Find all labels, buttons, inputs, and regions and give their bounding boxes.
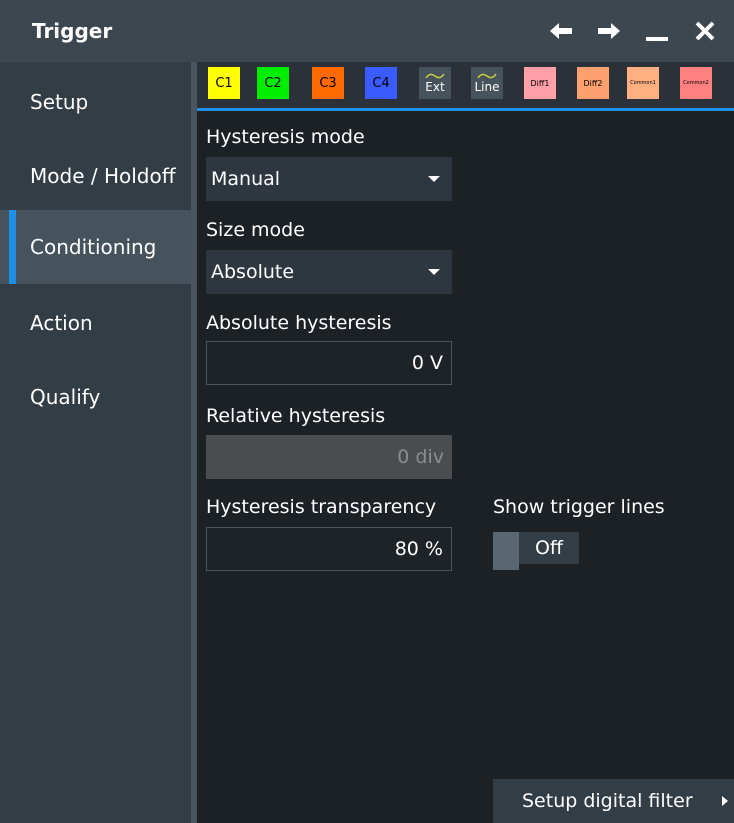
tab-c2[interactable]: C2 [257, 67, 289, 99]
tab-label: Ext [425, 80, 445, 94]
chevron-right-icon [722, 796, 728, 806]
tab-c4[interactable]: C4 [365, 67, 397, 99]
arrow-left-icon[interactable] [544, 14, 578, 48]
hysteresis-mode-value: Manual [211, 168, 281, 190]
relative-hysteresis-input: 0 div [206, 435, 452, 479]
window-controls [544, 14, 722, 48]
tab-common1[interactable]: Common1 [627, 67, 659, 99]
toggle-state: Off [519, 532, 579, 564]
sidebar-item-label: Action [30, 311, 93, 335]
wave-icon [477, 73, 497, 79]
sidebar-item-label: Conditioning [30, 235, 157, 259]
tab-label: C4 [372, 75, 390, 91]
tab-label: C2 [264, 75, 282, 91]
setup-digital-filter-button[interactable]: Setup digital filter [493, 779, 734, 823]
tab-underline [197, 108, 734, 111]
setup-digital-filter-label: Setup digital filter [522, 790, 693, 812]
sidebar-item-label: Qualify [30, 385, 101, 409]
sidebar-item-action[interactable]: Action [0, 286, 191, 360]
show-trigger-lines-label: Show trigger lines [493, 496, 665, 518]
tab-common2[interactable]: Common2 [680, 67, 712, 99]
tab-c3[interactable]: C3 [312, 67, 344, 99]
sidebar-item-qualify[interactable]: Qualify [0, 360, 191, 434]
absolute-hysteresis-value: 0 V [411, 352, 443, 374]
sidebar-item-setup[interactable]: Setup [0, 65, 191, 139]
tab-line[interactable]: Line [471, 67, 503, 99]
hysteresis-transparency-label: Hysteresis transparency [206, 496, 437, 518]
absolute-hysteresis-label: Absolute hysteresis [206, 312, 392, 334]
minimize-icon[interactable] [640, 14, 674, 48]
tab-label: Diff1 [530, 78, 550, 88]
relative-hysteresis-label: Relative hysteresis [206, 405, 386, 427]
hysteresis-transparency-value: 80 % [394, 538, 443, 560]
tab-diff1[interactable]: Diff1 [524, 67, 556, 99]
chevron-down-icon [428, 269, 440, 275]
absolute-hysteresis-input[interactable]: 0 V [206, 341, 452, 385]
sidebar-item-label: Setup [30, 90, 89, 114]
sidebar-divider [191, 62, 197, 823]
size-mode-label: Size mode [206, 219, 305, 241]
hysteresis-mode-dropdown[interactable]: Manual [206, 157, 452, 201]
sidebar-item-mode-holdoff[interactable]: Mode / Holdoff [0, 139, 191, 213]
hysteresis-mode-label: Hysteresis mode [206, 126, 365, 148]
tab-label: C3 [319, 75, 337, 91]
tab-diff2[interactable]: Diff2 [577, 67, 609, 99]
sidebar-item-conditioning[interactable]: Conditioning [0, 210, 191, 284]
tab-label: Common2 [683, 80, 709, 86]
sidebar: Setup Mode / Holdoff Conditioning Action… [0, 62, 191, 823]
tab-ext[interactable]: Ext [419, 67, 451, 99]
tab-label: C1 [215, 75, 233, 91]
size-mode-value: Absolute [211, 261, 295, 283]
relative-hysteresis-value: 0 div [397, 446, 444, 468]
tab-label: Line [474, 80, 500, 94]
source-tab-bar: C1 C2 C3 C4 Ext Line Diff1 Diff2 Common1… [197, 62, 734, 110]
show-trigger-lines-toggle[interactable]: Off [493, 532, 579, 570]
tab-label: Common1 [630, 80, 656, 86]
size-mode-dropdown[interactable]: Absolute [206, 250, 452, 294]
tab-c1[interactable]: C1 [208, 67, 240, 99]
sidebar-item-label: Mode / Holdoff [30, 164, 176, 188]
wave-icon [425, 73, 445, 79]
hysteresis-transparency-input[interactable]: 80 % [206, 527, 452, 571]
title-bar: Trigger [0, 0, 734, 62]
close-icon[interactable] [688, 14, 722, 48]
arrow-right-icon[interactable] [592, 14, 626, 48]
tab-label: Diff2 [583, 78, 603, 88]
toggle-knob [493, 532, 519, 570]
window-title: Trigger [32, 19, 113, 43]
chevron-down-icon [428, 176, 440, 182]
